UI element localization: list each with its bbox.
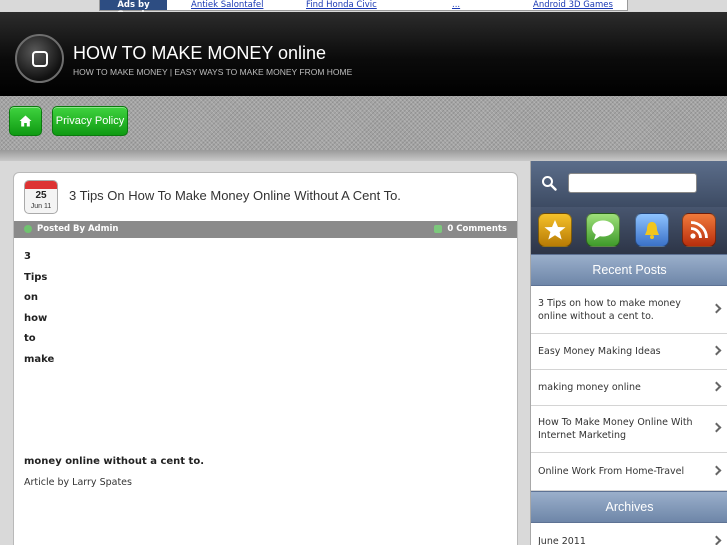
search-icon[interactable] xyxy=(541,175,557,191)
ad-link[interactable]: Find Honda Civic xyxy=(306,0,377,10)
archive-label[interactable]: June 2011 xyxy=(538,535,586,545)
social-icons-row xyxy=(531,207,727,255)
chevron-right-icon xyxy=(711,422,722,433)
recent-post-item[interactable]: Easy Money Making Ideas xyxy=(531,334,727,370)
archive-item[interactable]: June 2011 xyxy=(531,524,727,545)
rss-icon[interactable] xyxy=(682,213,716,247)
post-comments-label[interactable]: 0 Comments xyxy=(447,224,507,234)
search-input[interactable] xyxy=(568,173,697,193)
post-title[interactable]: 3 Tips On How To Make Money Online Witho… xyxy=(69,188,401,203)
ads-by-google-label[interactable]: Ads by Google xyxy=(100,0,167,20)
site-header: HOW TO MAKE MONEY online HOW TO MAKE MON… xyxy=(0,12,727,96)
post-date-day: 25 xyxy=(35,190,47,201)
post-header: 25 Jun 11 3 Tips On How To Make Money On… xyxy=(14,173,517,221)
archives-heading: Archives xyxy=(531,491,727,523)
post-author: Posted By Admin xyxy=(24,224,118,234)
ad-link[interactable]: Antiek Salontafel xyxy=(191,0,263,10)
recent-post-label[interactable]: Online Work From Home-Travel xyxy=(538,465,684,478)
recent-post-item[interactable]: How To Make Money Online With Internet M… xyxy=(531,406,727,453)
ad-bar: Ads by Google Antiek Salontafel Find Hon… xyxy=(99,0,628,20)
site-tagline: HOW TO MAKE MONEY | EASY WAYS TO MAKE MO… xyxy=(73,67,353,77)
post-text-word: to xyxy=(24,333,36,344)
post-author-label: Posted By Admin xyxy=(37,224,119,234)
chevron-right-icon xyxy=(711,465,722,475)
recent-posts-heading: Recent Posts xyxy=(531,254,727,286)
recent-post-label[interactable]: making money online xyxy=(538,381,641,394)
post-text-word: how xyxy=(24,312,48,324)
post-text-word: 3 xyxy=(24,251,31,262)
post-meta-bar: Posted By Admin 0 Comments xyxy=(14,221,517,238)
post-date-month: Jun 11 xyxy=(30,203,52,210)
nav-privacy-policy[interactable]: Privacy Policy xyxy=(52,106,128,136)
recent-post-item[interactable]: making money online xyxy=(531,370,727,406)
recent-post-label[interactable]: 3 Tips on how to make money online witho… xyxy=(538,297,702,323)
post-comments[interactable]: 0 Comments xyxy=(434,224,507,234)
search-box xyxy=(531,161,727,207)
site-title[interactable]: HOW TO MAKE MONEY online xyxy=(73,43,326,64)
post-text-word: make xyxy=(24,353,55,365)
calendar-icon: 25 Jun 11 xyxy=(24,180,58,214)
chevron-right-icon xyxy=(711,535,722,545)
post-text-line: money online without a cent to. xyxy=(24,456,205,467)
bell-icon[interactable] xyxy=(635,213,669,247)
main-nav: Privacy Policy xyxy=(0,96,727,150)
star-icon[interactable] xyxy=(538,213,572,247)
nav-home-button[interactable] xyxy=(9,106,42,136)
post-card: 25 Jun 11 3 Tips On How To Make Money On… xyxy=(13,172,518,545)
post-text-word: on xyxy=(24,292,38,303)
recent-post-label[interactable]: Easy Money Making Ideas xyxy=(538,345,661,358)
chevron-right-icon xyxy=(711,345,722,355)
recent-post-item[interactable]: 3 Tips on how to make money online witho… xyxy=(531,287,727,334)
chat-icon[interactable] xyxy=(586,213,620,247)
site-logo[interactable] xyxy=(15,34,64,83)
home-icon xyxy=(19,115,32,127)
post-text-word: Tips xyxy=(24,271,48,283)
sidebar: Recent Posts 3 Tips on how to make money… xyxy=(530,161,727,545)
post-body: 3 Tips on how to make money online witho… xyxy=(24,251,504,488)
nav-divider xyxy=(0,150,727,161)
chevron-right-icon xyxy=(711,303,722,314)
ad-link[interactable]: Android 3D Games xyxy=(533,0,613,10)
ad-link[interactable]: ... xyxy=(452,0,460,10)
recent-post-label[interactable]: How To Make Money Online With Internet M… xyxy=(538,416,702,442)
chevron-right-icon xyxy=(711,381,722,391)
user-icon xyxy=(24,225,32,233)
comment-icon xyxy=(434,225,443,233)
post-article-credit: Article by Larry Spates xyxy=(24,477,132,488)
recent-post-item[interactable]: Online Work From Home-Travel xyxy=(531,453,727,491)
